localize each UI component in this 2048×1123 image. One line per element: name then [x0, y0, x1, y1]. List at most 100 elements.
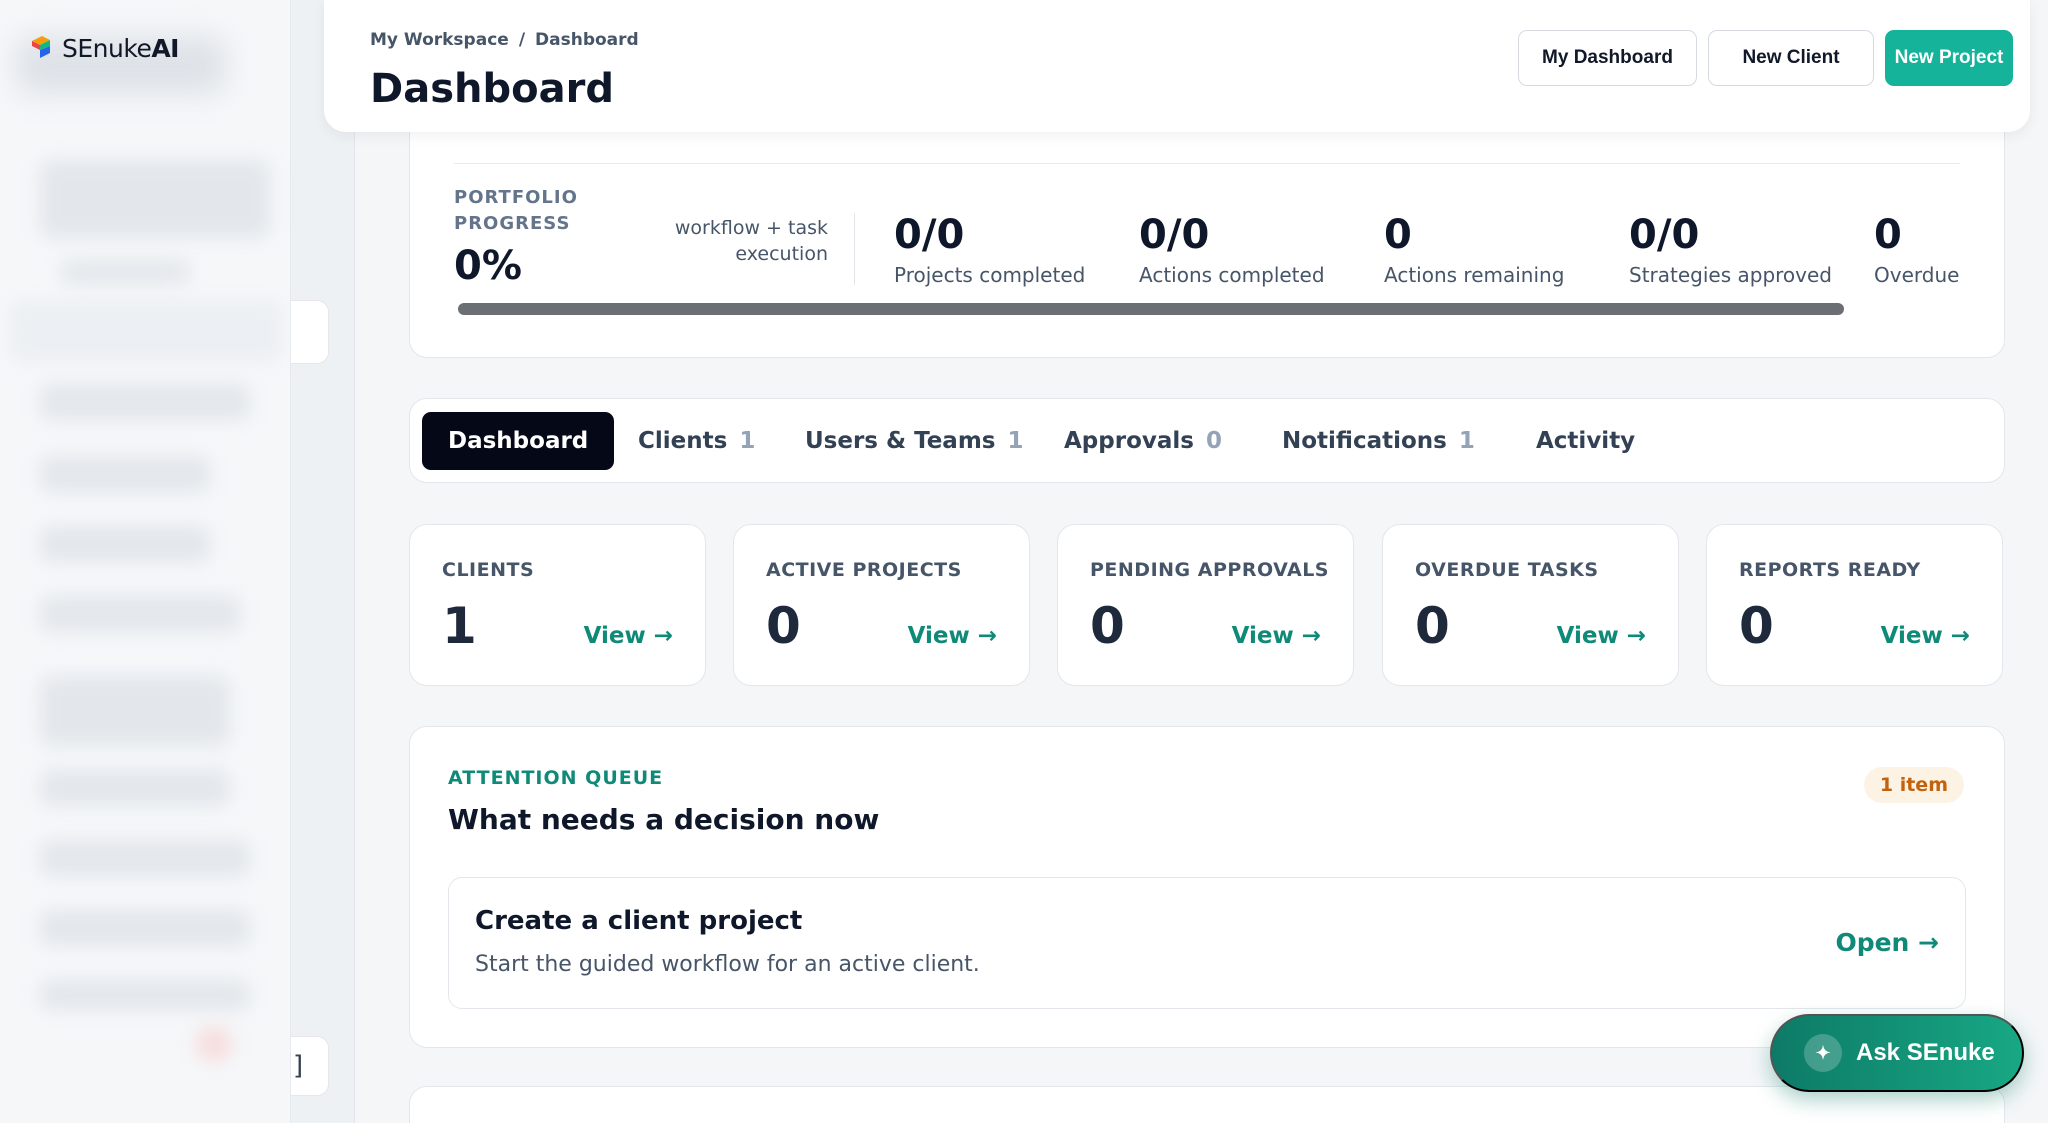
attention-queue-card: ATTENTION QUEUE What needs a decision no…: [409, 726, 2005, 1048]
ask-senuke-label: Ask SEnuke: [1856, 1039, 1995, 1066]
secondary-panel-edge: [291, 0, 355, 1123]
tab-label: Users & Teams: [805, 428, 996, 454]
collapsed-panel-tab[interactable]: [291, 300, 329, 364]
stat-label: Projects completed: [894, 263, 1086, 287]
bracket-icon: ]: [293, 1051, 304, 1081]
card-divider: [454, 163, 1960, 164]
metric-card-pending-approvals: PENDING APPROVALS 0 View →: [1057, 524, 1354, 686]
metric-label: CLIENTS: [442, 559, 535, 581]
metric-view-link[interactable]: View →: [1232, 623, 1321, 649]
tab-activity[interactable]: Activity: [1510, 412, 1661, 470]
tab-count: 1: [739, 428, 756, 454]
new-client-button[interactable]: New Client: [1708, 30, 1874, 86]
sidebar-nav-item[interactable]: [40, 910, 250, 946]
page-header: My Workspace / Dashboard Dashboard My Da…: [324, 0, 2030, 132]
metric-view-link[interactable]: View →: [584, 623, 673, 649]
metric-label: PENDING APPROVALS: [1090, 559, 1329, 581]
stat-projects-completed: 0/0 Projects completed: [894, 211, 1085, 287]
metric-view-link[interactable]: View →: [1881, 623, 1970, 649]
attention-item[interactable]: Create a client project Start the guided…: [448, 877, 1966, 1009]
stat-actions-completed: 0/0 Actions completed: [1139, 211, 1325, 287]
stat-value: 0: [1384, 212, 1412, 258]
portfolio-progress-label: PORTFOLIO PROGRESS: [454, 187, 578, 234]
sidebar-nav-item[interactable]: [40, 840, 250, 876]
stat-overdue: 0 Overdue: [1874, 211, 1959, 287]
brand-logo[interactable]: SEnukeAI: [28, 32, 179, 64]
ask-senuke-button[interactable]: ✦ Ask SEnuke: [1770, 1014, 2024, 1092]
sidebar-nav-item[interactable]: [40, 980, 250, 1010]
sidebar-nav-item-active[interactable]: [10, 300, 282, 362]
sparkle-icon: ✦: [1804, 1034, 1842, 1072]
breadcrumb-workspace[interactable]: My Workspace: [370, 30, 509, 50]
metric-label: REPORTS READY: [1739, 559, 1921, 581]
tab-notifications[interactable]: Notifications 1: [1256, 412, 1501, 470]
stat-value: 0/0: [894, 212, 965, 258]
metric-view-link[interactable]: View →: [908, 623, 997, 649]
tab-count: 1: [1007, 428, 1024, 454]
sidebar-user-avatar[interactable]: [196, 1026, 232, 1062]
breadcrumb-current: Dashboard: [535, 30, 639, 50]
tab-label: Activity: [1536, 428, 1636, 454]
metric-view-link[interactable]: View →: [1557, 623, 1646, 649]
metric-card-reports-ready: REPORTS READY 0 View →: [1706, 524, 2003, 686]
attention-item-subtitle: Start the guided workflow for an active …: [475, 952, 980, 977]
dashboard-tabs: Dashboard Clients 1 Users & Teams 1 Appr…: [409, 398, 2005, 483]
stat-value: 0/0: [1629, 212, 1700, 258]
metric-value: 0: [1415, 597, 1450, 655]
attention-queue-title: What needs a decision now: [448, 803, 880, 836]
portfolio-progress-bar: [458, 303, 1844, 315]
sidebar: SEnukeAI: [0, 0, 291, 1123]
new-project-button[interactable]: New Project: [1885, 30, 2013, 86]
sidebar-nav-item[interactable]: [40, 526, 210, 562]
metric-value: 1: [442, 597, 477, 655]
tab-label: Approvals: [1064, 428, 1194, 454]
tab-users-teams[interactable]: Users & Teams 1: [779, 412, 1050, 470]
stat-value: 0/0: [1139, 212, 1210, 258]
stat-label: Actions remaining: [1384, 263, 1565, 287]
tab-label: Clients: [638, 428, 728, 454]
metric-value: 0: [1739, 597, 1774, 655]
attention-item-open-link[interactable]: Open →: [1835, 928, 1939, 957]
tab-label: Notifications: [1282, 428, 1447, 454]
sidebar-nav-item[interactable]: [40, 456, 210, 492]
tab-count: 0: [1205, 428, 1222, 454]
stat-label: Actions completed: [1139, 263, 1325, 287]
tab-dashboard[interactable]: Dashboard: [422, 412, 615, 470]
portfolio-progress-card: PORTFOLIO PROGRESS 0% workflow + task ex…: [409, 100, 2005, 358]
sidebar-nav-item[interactable]: [60, 260, 190, 284]
item-count-badge: 1 item: [1863, 767, 1964, 803]
brand-name: SEnukeAI: [62, 33, 179, 63]
tab-label: Dashboard: [448, 428, 589, 454]
stat-label: Overdue: [1874, 263, 1960, 287]
stat-strategies-approved: 0/0 Strategies approved: [1629, 211, 1832, 287]
collapsed-panel-toggle[interactable]: ]: [291, 1036, 329, 1096]
sidebar-nav-item[interactable]: [40, 596, 240, 632]
page-title: Dashboard: [370, 66, 614, 112]
stat-label: Strategies approved: [1629, 263, 1832, 287]
attention-item-title: Create a client project: [475, 906, 803, 936]
metric-value: 0: [766, 597, 801, 655]
sidebar-nav-item[interactable]: [40, 160, 270, 238]
metric-card-clients: CLIENTS 1 View →: [409, 524, 706, 686]
sidebar-nav-item[interactable]: [40, 770, 230, 806]
stat-value: 0: [1874, 212, 1902, 258]
metric-label: OVERDUE TASKS: [1415, 559, 1599, 581]
next-section-card: [409, 1086, 2005, 1123]
portfolio-progress-value: 0%: [454, 243, 522, 289]
tab-clients[interactable]: Clients 1: [612, 412, 781, 470]
my-dashboard-button[interactable]: My Dashboard: [1518, 30, 1697, 86]
stat-actions-remaining: 0 Actions remaining: [1384, 211, 1564, 287]
metric-label: ACTIVE PROJECTS: [766, 559, 962, 581]
stat-divider: [854, 213, 855, 285]
portfolio-progress-description: workflow + task execution: [674, 217, 828, 265]
metric-card-active-projects: ACTIVE PROJECTS 0 View →: [733, 524, 1030, 686]
attention-queue-kicker: ATTENTION QUEUE: [448, 767, 664, 789]
sidebar-nav-item[interactable]: [40, 676, 230, 746]
breadcrumb-separator: /: [518, 30, 526, 50]
metric-value: 0: [1090, 597, 1125, 655]
tab-approvals[interactable]: Approvals 0: [1038, 412, 1248, 470]
brand-mark-icon: [32, 36, 50, 58]
breadcrumb: My Workspace / Dashboard: [370, 30, 639, 50]
sidebar-nav-item[interactable]: [40, 384, 250, 420]
tab-count: 1: [1458, 428, 1475, 454]
